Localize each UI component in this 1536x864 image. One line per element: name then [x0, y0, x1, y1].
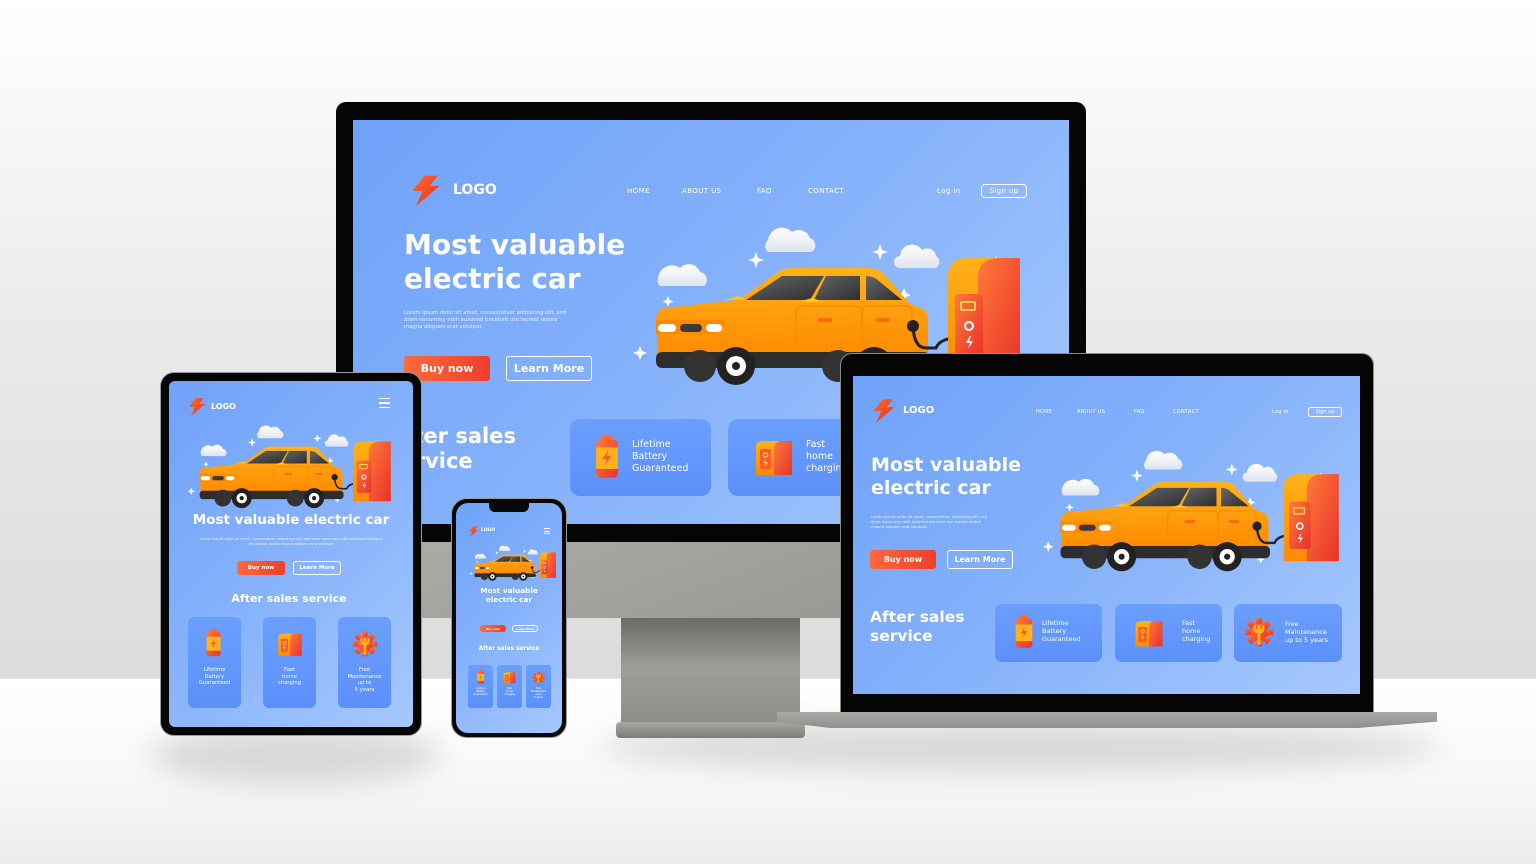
charger-icon: [277, 631, 303, 657]
logo-bolt-icon: [468, 526, 479, 537]
battery-icon: [476, 670, 485, 684]
nav-about-us[interactable]: ABOUT US: [1077, 409, 1105, 415]
logo-bolt-icon: [871, 398, 897, 424]
learn-more-button[interactable]: Learn More: [947, 550, 1013, 569]
feature-card-battery[interactable]: Lifetime Battery Guaranteed: [188, 617, 241, 708]
logo-text[interactable]: LOGO: [453, 182, 497, 198]
nav-about-us[interactable]: ABOUT US: [682, 187, 722, 195]
nav-home[interactable]: HOME: [627, 187, 650, 195]
nav-contact[interactable]: CONTACT: [808, 187, 844, 195]
nav-faq[interactable]: FAQ: [757, 187, 772, 195]
phone-notch: [489, 503, 529, 512]
hamburger-menu-icon[interactable]: [379, 398, 390, 408]
nav-home[interactable]: HOME: [1036, 409, 1052, 415]
feature-card-charging[interactable]: Fast home charging: [1115, 604, 1222, 662]
battery-icon: [594, 435, 620, 479]
buy-now-button[interactable]: Buy now: [237, 561, 285, 575]
learn-more-button[interactable]: Learn More: [293, 561, 341, 575]
feature-card-maintenance[interactable]: Free Maintenance up to 5 years: [338, 617, 391, 708]
login-link[interactable]: Log in: [937, 187, 961, 195]
section-title: After sales service: [231, 592, 347, 605]
learn-more-button[interactable]: Learn More: [506, 356, 592, 381]
hero-car-illustration: [1039, 442, 1345, 572]
battery-icon: [1014, 615, 1034, 649]
buy-now-button[interactable]: Buy now: [480, 625, 506, 632]
feature-card-battery[interactable]: Lifetime Battery Guaranteed: [995, 604, 1102, 662]
feature-card-maintenance[interactable]: Free Maintenance up to 5 years: [1234, 604, 1342, 662]
hamburger-menu-icon[interactable]: [544, 528, 550, 534]
logo-text[interactable]: LOGO: [481, 528, 495, 533]
logo-bolt-icon: [409, 174, 443, 208]
hero-description: Lorem ipsum dolor sit amet, consectetuer…: [200, 537, 382, 546]
hero-car-illustration: [468, 543, 558, 581]
gear-wrench-icon: [352, 631, 378, 657]
hero-title: Most valuable electric car: [871, 454, 1022, 499]
signup-button[interactable]: Sign up: [1308, 407, 1342, 417]
hero-title: Most valuable electric car: [404, 228, 626, 295]
tablet-screen: LOGO Most valuable electric car Lorem ip…: [169, 381, 413, 727]
feature-card-battery[interactable]: Lifetime Battery Guaranteed: [468, 665, 493, 708]
hero-title: Most valuable electric car: [192, 512, 390, 528]
buy-now-button[interactable]: Buy now: [870, 550, 936, 569]
hero-description: Lorem ipsum dolor sit amet, consectetuer…: [871, 514, 988, 530]
learn-more-button[interactable]: Learn More: [512, 625, 538, 632]
feature-card-maintenance[interactable]: Free Maintenance up to 5 years: [526, 665, 551, 708]
gear-wrench-icon: [532, 671, 545, 684]
hero-car-illustration: [185, 419, 395, 509]
laptop-base: [777, 712, 1437, 728]
feature-card-battery[interactable]: Lifetime Battery Guaranteed: [570, 419, 711, 496]
phone-screen: LOGO Most valuable electric car Buy now L…: [456, 503, 562, 733]
login-link[interactable]: Log in: [1272, 409, 1289, 415]
logo-bolt-icon: [187, 397, 207, 417]
feature-card-charging[interactable]: Fast home charging: [497, 665, 522, 708]
hero-title: Most valuable electric car: [480, 586, 538, 604]
hero-description: Lorem ipsum dolor sit amet, consectetuer…: [404, 310, 567, 331]
monitor-stand-base: [616, 722, 805, 738]
section-title: After sales service: [478, 646, 540, 652]
feature-card-charging[interactable]: Fast home charging: [263, 617, 316, 708]
nav-faq[interactable]: FAQ: [1134, 409, 1145, 415]
nav-contact[interactable]: CONTACT: [1173, 409, 1199, 415]
logo-text[interactable]: LOGO: [211, 402, 236, 411]
section-title: After sales service: [870, 608, 965, 645]
battery-icon: [205, 629, 222, 657]
logo-text[interactable]: LOGO: [903, 405, 934, 416]
charger-icon: [1134, 618, 1164, 648]
charger-icon: [754, 437, 794, 477]
laptop-screen: LOGO HOME ABOUT US FAQ CONTACT Log in Si…: [853, 376, 1360, 694]
monitor-stand-neck: [621, 617, 800, 729]
signup-button[interactable]: Sign up: [981, 184, 1027, 198]
charger-icon: [503, 671, 516, 684]
gear-wrench-icon: [1244, 617, 1274, 647]
